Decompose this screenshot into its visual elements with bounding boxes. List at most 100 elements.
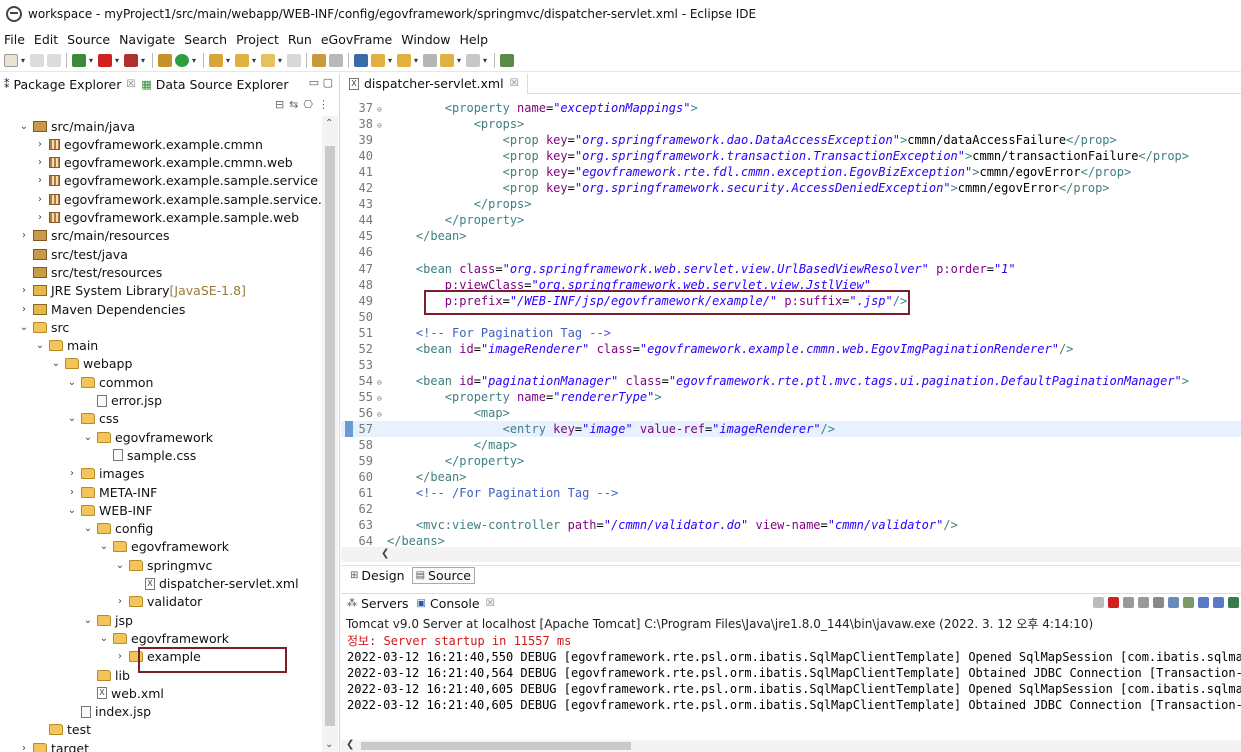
dropdown-arrow-icon[interactable]: ▾ [252, 54, 258, 67]
code-line[interactable]: 59 </property> [341, 453, 1241, 469]
chevron-down-icon[interactable]: ⌄ [18, 121, 30, 132]
code-line[interactable]: 62 [341, 501, 1241, 517]
scroll-thumb[interactable] [361, 742, 631, 750]
tree-item[interactable]: test [34, 721, 91, 739]
menu-item-run[interactable]: Run [288, 32, 312, 47]
tab-package-explorer[interactable]: ⁑ Package Explorer ☒ [4, 77, 135, 92]
chevron-right-icon[interactable]: › [66, 468, 78, 479]
tab-servers[interactable]: ⁂ Servers [347, 596, 409, 611]
tree-item[interactable]: ⌄ WEB-INF [66, 501, 153, 519]
search-icon[interactable] [312, 54, 326, 67]
collapse-all-icon[interactable]: ⊟ [275, 98, 284, 111]
code-line[interactable]: 57 <entry key="image" value-ref="imageRe… [341, 421, 1241, 437]
tree-item[interactable]: ⌄ main [34, 337, 98, 355]
debug-icon[interactable] [72, 54, 86, 67]
console-icon[interactable] [354, 54, 368, 67]
tree-item[interactable]: ⌄ jsp [82, 611, 133, 629]
tree-item[interactable]: › egovframework.example.cmmn [34, 135, 263, 153]
minimize-maximize-icons[interactable]: ▭ ▢ [309, 76, 333, 89]
close-icon[interactable]: ☒ [486, 598, 495, 609]
tab-design[interactable]: ⊞ Design [347, 568, 408, 583]
tree-item[interactable]: ⌄ egovframework [98, 538, 229, 556]
filter-icon[interactable]: ⎔ [303, 98, 313, 111]
chevron-down-icon[interactable]: ⌄ [98, 541, 110, 552]
code-line[interactable]: 49 p:prefix="/WEB-INF/jsp/egovframework/… [341, 293, 1241, 309]
code-line[interactable]: 54 ⊖ <bean id="paginationManager" class="… [341, 373, 1241, 389]
tree-item[interactable]: ⌄ springmvc [114, 556, 213, 574]
dropdown-arrow-icon[interactable]: ▾ [278, 54, 284, 67]
tree-item[interactable]: ⌄ css [66, 410, 119, 428]
dropdown-arrow-icon[interactable]: ▾ [141, 54, 147, 67]
tree-scrollbar[interactable]: ⌃ ⌄ [322, 116, 338, 752]
dropdown-arrow-icon[interactable]: ▾ [192, 54, 198, 67]
run-icon[interactable] [175, 54, 189, 67]
tree-item[interactable]: index.jsp [66, 703, 151, 721]
chevron-right-icon[interactable]: › [34, 139, 46, 150]
tree-item[interactable]: ⌄ src/main/java [18, 117, 135, 135]
chevron-right-icon[interactable]: › [34, 212, 46, 223]
code-line[interactable]: 40 <prop key="org.springframework.transa… [341, 148, 1241, 164]
chevron-down-icon[interactable]: ⌄ [50, 358, 62, 369]
view-menu-icon[interactable]: ⋮ [318, 98, 329, 111]
chevron-down-icon[interactable]: ⌄ [82, 615, 94, 626]
open-type-icon[interactable] [209, 54, 223, 67]
tree-item[interactable]: sample.css [98, 446, 196, 464]
chevron-down-icon[interactable]: ⌄ [66, 413, 78, 424]
chevron-down-icon[interactable]: ⌄ [82, 432, 94, 443]
code-line[interactable]: 41 <prop key="egovframework.rte.fdl.cmmn… [341, 164, 1241, 180]
tree-item[interactable]: ⌄ webapp [50, 355, 133, 373]
code-line[interactable]: 44 </property> [341, 212, 1241, 228]
code-line[interactable]: 56 ⊖ <map> [341, 405, 1241, 421]
dropdown-arrow-icon[interactable]: ▾ [483, 54, 489, 67]
tree-item[interactable]: ⌄ common [66, 373, 154, 391]
tree-item[interactable]: › egovframework.example.sample.service.im… [34, 190, 322, 208]
tree-item[interactable]: error.jsp [82, 392, 162, 410]
chevron-down-icon[interactable]: ⌄ [66, 377, 78, 388]
dropdown-arrow-icon[interactable]: ▾ [388, 54, 394, 67]
menu-item-navigate[interactable]: Navigate [119, 32, 175, 47]
annotation-icon[interactable] [329, 54, 343, 67]
code-line[interactable]: 43 </props> [341, 196, 1241, 212]
show-on-error-icon[interactable] [1213, 597, 1224, 608]
chevron-down-icon[interactable]: ⌄ [66, 505, 78, 516]
package-icon[interactable] [158, 54, 172, 67]
console-output[interactable]: 정보: Server startup in 11557 ms 2022-03-12… [341, 633, 1241, 739]
dropdown-arrow-icon[interactable]: ▾ [89, 54, 95, 67]
code-line[interactable]: 58 </map> [341, 437, 1241, 453]
close-icon[interactable]: ☒ [510, 78, 519, 89]
perspective-icon[interactable] [500, 54, 514, 67]
remove-launch-icon[interactable] [1123, 597, 1134, 608]
chevron-right-icon[interactable]: › [18, 304, 30, 315]
code-line[interactable]: 37 ⊖ <property name="exceptionMappings"> [341, 100, 1241, 116]
tree-item[interactable]: ⌄ egovframework [98, 629, 229, 647]
scroll-thumb[interactable] [325, 146, 335, 726]
code-line[interactable]: 60 </bean> [341, 469, 1241, 485]
menu-item-project[interactable]: Project [236, 32, 279, 47]
terminate-icon[interactable] [1108, 597, 1119, 608]
code-line[interactable]: 51 <!-- For Pagination Tag --> [341, 325, 1241, 341]
tree-item[interactable]: › images [66, 465, 144, 483]
tab-data-source-explorer[interactable]: ▦ Data Source Explorer [141, 77, 288, 92]
editor-horizontal-scrollbar[interactable]: ❮ [341, 547, 1241, 562]
chevron-right-icon[interactable]: › [18, 743, 30, 752]
menu-item-source[interactable]: Source [67, 32, 110, 47]
next-annotation-icon[interactable] [371, 54, 385, 67]
code-line[interactable]: 53 [341, 357, 1241, 373]
remove-all-icon[interactable] [1138, 597, 1149, 608]
menu-item-file[interactable]: File [4, 32, 25, 47]
menu-item-egovframe[interactable]: eGovFrame [321, 32, 392, 47]
chevron-down-icon[interactable]: ⌄ [82, 523, 94, 534]
chevron-right-icon[interactable]: › [114, 651, 126, 662]
bug-icon[interactable] [124, 54, 138, 67]
stop-icon[interactable] [98, 54, 112, 67]
tree-item[interactable]: Xweb.xml [82, 684, 164, 702]
save-all-icon[interactable] [47, 54, 61, 67]
word-wrap-icon[interactable] [1183, 597, 1194, 608]
code-line[interactable]: 45 </bean> [341, 228, 1241, 244]
dropdown-arrow-icon[interactable]: ▾ [21, 54, 27, 67]
link-with-editor-icon[interactable]: ⇆ [289, 98, 298, 111]
chevron-right-icon[interactable]: › [66, 487, 78, 498]
tree-item[interactable]: › Maven Dependencies [18, 300, 185, 318]
code-editor[interactable]: 37 ⊖ <property name="exceptionMappings"> 3… [341, 95, 1241, 547]
dropdown-arrow-icon[interactable]: ▾ [226, 54, 232, 67]
